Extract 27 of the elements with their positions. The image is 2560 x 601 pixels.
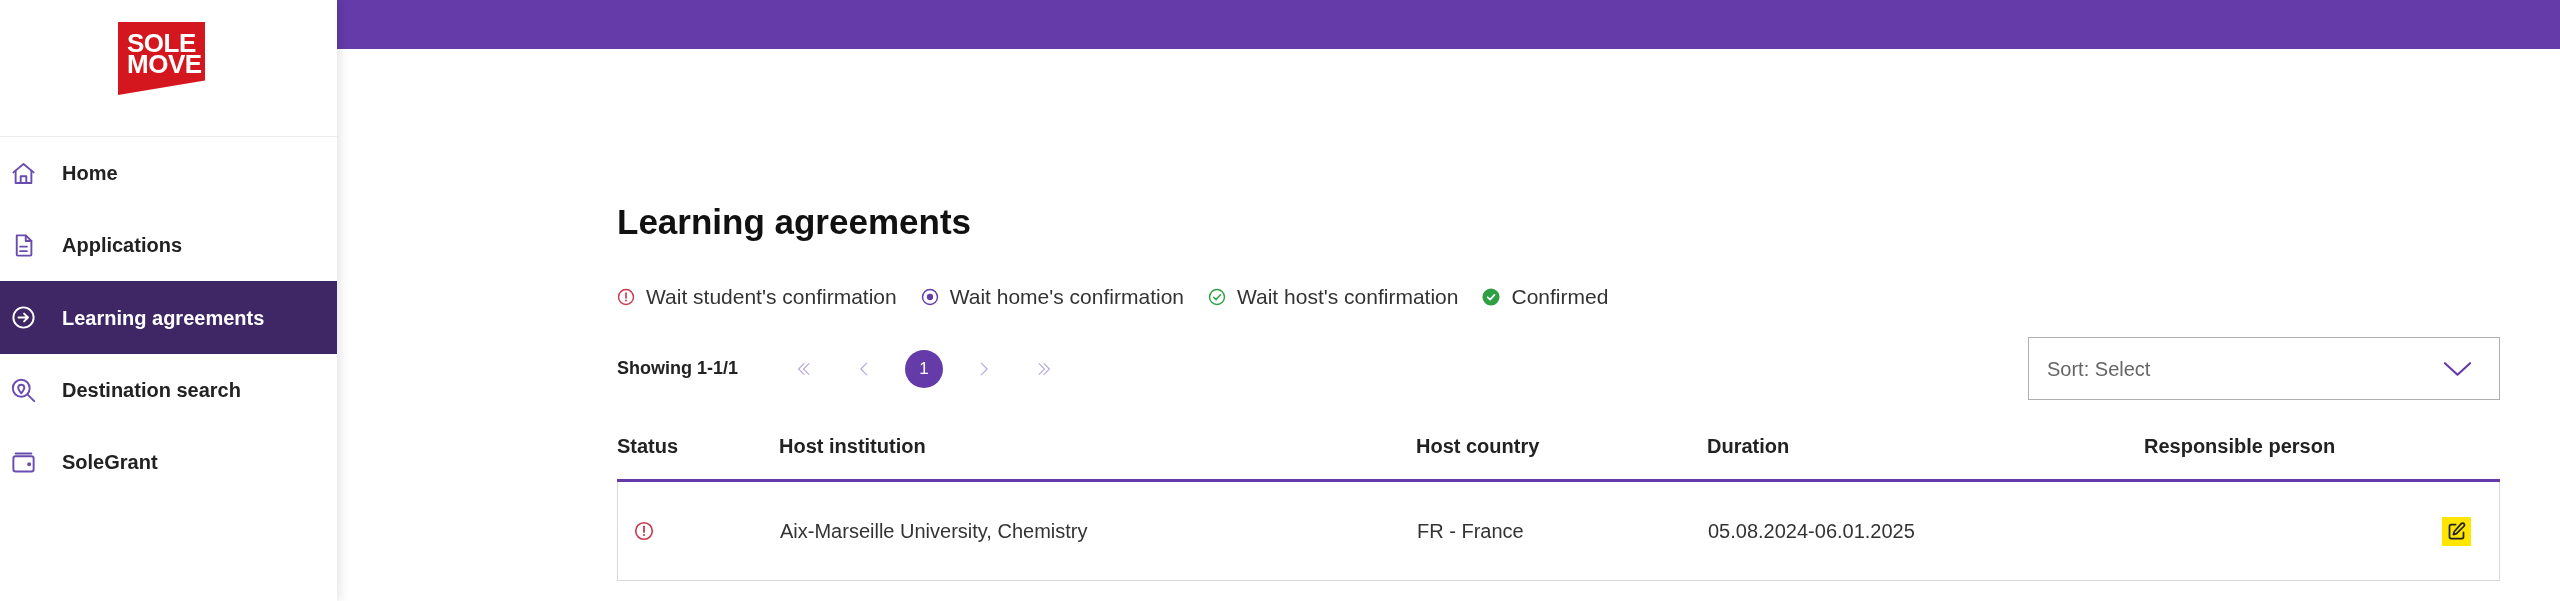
edit-button[interactable] bbox=[2442, 516, 2471, 546]
page-title: Learning agreements bbox=[617, 204, 971, 239]
nav-item[interactable]: Applications bbox=[0, 209, 337, 281]
legend-label: Wait home's confirmation bbox=[949, 285, 1184, 309]
map-pin-search-icon bbox=[10, 376, 37, 404]
legend-label: Wait student's confirmation bbox=[646, 285, 897, 309]
legend-label: Wait host's confirmation bbox=[1237, 285, 1459, 309]
legend-label: Confirmed bbox=[1511, 285, 1609, 309]
column-header: Responsible person bbox=[2144, 434, 2336, 458]
table-cell-text: Aix-Marseille University, Chemistry bbox=[780, 519, 1088, 544]
nav-item[interactable]: Destination search bbox=[0, 354, 337, 426]
column-header: Status bbox=[617, 434, 679, 458]
table-cell-text: FR - France bbox=[1417, 519, 1524, 544]
column-header: Host country bbox=[1416, 434, 1540, 458]
page-button[interactable]: 1 bbox=[905, 349, 944, 388]
results-summary: Showing 1-1/1 bbox=[617, 357, 739, 380]
column-header: Duration bbox=[1707, 434, 1790, 458]
arrow-circle-icon bbox=[10, 304, 37, 331]
sort-dropdown[interactable]: Sort: Select bbox=[2028, 337, 2500, 400]
chevron-down-icon bbox=[2443, 360, 2472, 377]
table-cell-text: 05.08.2024-06.01.2025 bbox=[1708, 519, 1915, 544]
nav-item[interactable]: Home bbox=[0, 137, 337, 209]
nav-item[interactable]: Learning agreements bbox=[0, 281, 337, 354]
pencil-square-icon bbox=[2446, 520, 2467, 542]
logo[interactable]: SOLE MOVE bbox=[118, 22, 205, 95]
nav-item[interactable]: SoleGrant bbox=[0, 426, 337, 498]
column-header: Host institution bbox=[779, 434, 926, 458]
